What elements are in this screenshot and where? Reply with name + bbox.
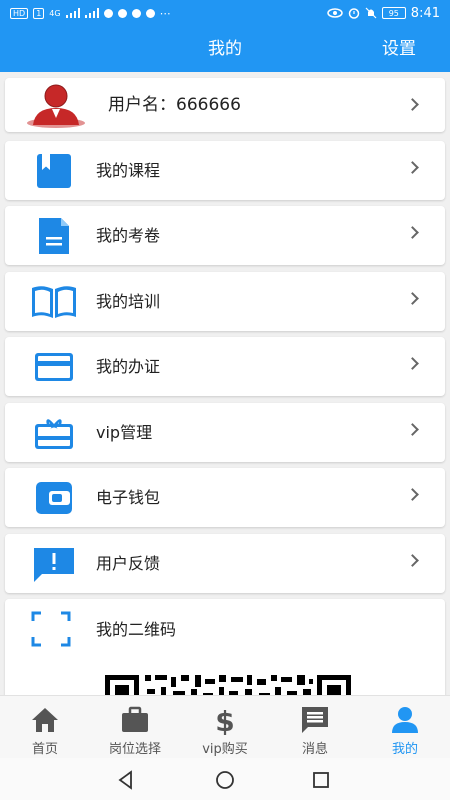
qr-code-card[interactable]: 我的二维码	[5, 599, 445, 695]
app-notification-icon	[131, 8, 141, 18]
chevron-right-icon	[406, 161, 419, 174]
tab-label: 岗位选择	[108, 742, 161, 757]
menu-item-label: 我的办证	[96, 357, 161, 376]
tab-home[interactable]: 首页	[0, 696, 90, 758]
shield-notification-icon	[117, 8, 127, 18]
menu-item-exams[interactable]: 我的考卷	[5, 206, 445, 265]
chat-notification-icon	[103, 8, 113, 18]
back-triangle-icon[interactable]	[116, 770, 136, 790]
status-right: 95 8:41	[327, 6, 440, 21]
tab-label: 我的	[391, 742, 418, 757]
person-icon	[392, 707, 418, 733]
tab-label: 消息	[301, 742, 328, 757]
username-text: 用户名：666666	[108, 95, 241, 115]
menu-item-label: 电子钱包	[96, 488, 161, 507]
menu-item-training[interactable]: 我的培训	[5, 272, 445, 331]
user-avatar-icon	[27, 84, 85, 128]
menu-item-label: 我的培训	[96, 292, 161, 311]
menu-item-vip-management[interactable]: vip管理	[5, 403, 445, 462]
chevron-right-icon	[406, 98, 419, 111]
settings-button[interactable]: 设置	[382, 26, 416, 72]
recent-apps-square-icon[interactable]	[311, 770, 331, 790]
location-notification-icon	[145, 8, 155, 18]
tab-job-selection[interactable]: 岗位选择	[90, 696, 180, 758]
qr-scan-icon	[31, 611, 71, 647]
dollar-icon: $	[215, 705, 234, 735]
tab-messages[interactable]: 消息	[270, 696, 360, 758]
clock: 8:41	[410, 5, 440, 21]
profile-content: 用户名：666666 我的课程 我的考卷 我的培训 我的办证 vip管理 电子钱…	[0, 72, 450, 695]
app-header: 我的 设置	[0, 26, 450, 72]
chevron-right-icon	[406, 226, 419, 239]
bookmark-book-icon	[37, 154, 71, 188]
wallet-icon	[36, 482, 72, 514]
svg-text:$: $	[215, 705, 234, 735]
message-icon	[302, 707, 328, 733]
alarm-icon	[348, 8, 360, 19]
gift-card-icon	[35, 419, 73, 449]
chevron-right-icon	[406, 292, 419, 305]
more-notifications-icon: ⋯	[159, 6, 171, 20]
network-type: 4G	[49, 8, 61, 18]
open-book-icon	[32, 286, 76, 318]
menu-item-label: 我的课程	[96, 161, 161, 180]
status-bar: HD 1 4G ⋯ 95 8:41	[0, 0, 450, 26]
menu-item-e-wallet[interactable]: 电子钱包	[5, 468, 445, 527]
menu-item-label: 我的考卷	[96, 226, 161, 245]
system-navigation-bar	[0, 758, 450, 800]
menu-item-certificates[interactable]: 我的办证	[5, 337, 445, 396]
home-circle-icon[interactable]	[215, 770, 235, 790]
status-left: HD 1 4G ⋯	[10, 7, 171, 20]
user-profile-card[interactable]: 用户名：666666	[5, 78, 445, 132]
bottom-tab-bar: 首页 岗位选择 $ vip购买 消息 我的	[0, 695, 450, 758]
document-icon	[39, 218, 69, 254]
qr-code-label: 我的二维码	[96, 620, 177, 639]
battery-indicator: 95	[381, 7, 406, 19]
sim-indicator: 1	[33, 7, 45, 19]
signal-icon-2	[84, 8, 99, 18]
qr-code-image	[105, 675, 351, 695]
chevron-right-icon	[406, 554, 419, 567]
chevron-right-icon	[406, 423, 419, 436]
chevron-right-icon	[406, 357, 419, 370]
menu-item-feedback[interactable]: 用户反馈	[5, 534, 445, 593]
tab-vip-purchase[interactable]: $ vip购买	[180, 696, 270, 758]
mute-bell-icon	[365, 7, 377, 19]
chevron-right-icon	[406, 488, 419, 501]
menu-item-label: 用户反馈	[96, 554, 161, 573]
menu-item-label: vip管理	[96, 423, 153, 442]
menu-item-courses[interactable]: 我的课程	[5, 141, 445, 200]
credit-card-icon	[35, 353, 73, 381]
tab-label: vip购买	[202, 742, 248, 757]
eye-icon	[327, 8, 343, 18]
hd-indicator: HD	[10, 7, 29, 19]
tab-label: 首页	[31, 742, 58, 757]
signal-icon	[65, 8, 80, 18]
feedback-icon	[34, 548, 74, 582]
home-icon	[32, 708, 58, 732]
tab-mine[interactable]: 我的	[360, 696, 450, 758]
briefcase-icon	[122, 706, 148, 732]
